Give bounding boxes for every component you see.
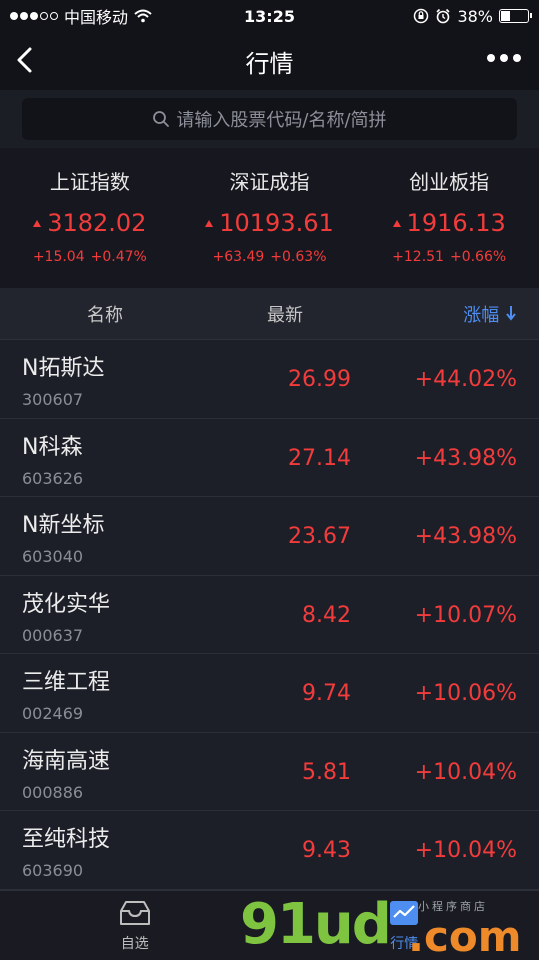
index-name: 深证成指 (229, 170, 310, 194)
battery-icon (499, 9, 532, 23)
stock-name: 海南高速 (22, 748, 111, 774)
index-value-text: 3182.02 (47, 209, 147, 237)
up-arrow-icon (392, 219, 401, 227)
stock-name: 茂化实华 (22, 591, 111, 617)
tab-market-label: 行情 (390, 935, 419, 952)
stock-change: +10.07% (414, 602, 517, 628)
table-row[interactable]: N拓斯达 300607 26.99 +44.02% (0, 340, 539, 419)
stock-change: +43.98% (414, 524, 517, 549)
signal-icon (10, 12, 58, 20)
tab-watchlist[interactable]: 自选 (0, 891, 270, 960)
index-change: +15.04 +0.47% (0, 249, 180, 265)
index-card-shanghai[interactable]: 上证指数 3182.02 +15.04 +0.47% (0, 148, 180, 288)
column-header-name[interactable]: 名称 (0, 301, 210, 327)
stock-name: N拓斯达 (22, 356, 105, 381)
wifi-icon (134, 9, 152, 23)
alarm-icon (436, 8, 451, 24)
page-title: 行情 (245, 49, 294, 78)
index-card-chinext[interactable]: 创业板指 1916.13 +12.51 +0.66% (359, 148, 539, 288)
table-header: 名称 最新 涨幅 (0, 288, 539, 340)
up-arrow-icon (205, 219, 214, 227)
index-name: 上证指数 (49, 170, 130, 194)
index-change-points: +63.49 (212, 249, 265, 265)
index-change-percent: +0.66% (449, 249, 507, 265)
table-row[interactable]: 至纯科技 603690 9.43 +10.04% (0, 811, 539, 890)
stock-name: 至纯科技 (22, 827, 111, 852)
index-change: +63.49 +0.63% (180, 249, 360, 265)
stock-price: 5.81 (302, 759, 351, 785)
status-right: 38% (329, 6, 532, 26)
stock-price: 9.43 (302, 838, 351, 863)
stock-change: +43.98% (414, 445, 517, 471)
orientation-lock-icon (414, 8, 429, 24)
stock-change: +44.02% (414, 367, 517, 392)
trend-chart-icon (390, 900, 419, 925)
stock-code: 603690 (22, 861, 84, 880)
more-dot-icon (487, 54, 495, 62)
table-row[interactable]: 三维工程 002469 9.74 +10.06% (0, 654, 539, 733)
status-left: 中国移动 (10, 4, 210, 28)
search-area: 请输入股票代码/名称/简拼 (0, 90, 539, 148)
search-placeholder: 请输入股票代码/名称/简拼 (176, 110, 387, 131)
index-value: 1916.13 (359, 209, 539, 237)
chevron-left-icon (17, 47, 32, 73)
back-button[interactable] (12, 44, 40, 78)
stock-code: 000637 (22, 625, 84, 645)
tab-watchlist-label: 自选 (120, 935, 149, 952)
index-value-text: 1916.13 (406, 209, 506, 237)
inbox-icon (119, 900, 150, 925)
index-value-text: 10193.61 (219, 209, 334, 237)
tab-market[interactable]: 行情 (270, 891, 539, 960)
stock-name: 三维工程 (22, 670, 111, 695)
nav-bar: 行情 (0, 32, 539, 90)
stock-price: 8.42 (302, 602, 351, 628)
status-bar: 中国移动 13:25 38% (0, 0, 539, 32)
index-card-shenzhen[interactable]: 深证成指 10193.61 +63.49 +0.63% (180, 148, 360, 288)
stock-name: N新坐标 (22, 513, 105, 538)
column-header-change-label: 涨幅 (463, 304, 500, 326)
more-dot-icon (513, 54, 521, 62)
index-name: 创业板指 (409, 170, 490, 194)
index-value: 3182.02 (0, 209, 180, 237)
stock-change: +10.04% (414, 759, 517, 785)
more-dot-icon (500, 54, 508, 62)
stock-code: 300607 (22, 390, 84, 409)
index-change-points: +15.04 (32, 249, 85, 265)
sort-down-arrow-icon (506, 305, 516, 321)
carrier-label: 中国移动 (64, 8, 129, 27)
stock-code: 002469 (22, 704, 84, 723)
stock-list: N拓斯达 300607 26.99 +44.02% N科森 603626 27.… (0, 340, 539, 890)
tab-bar: 自选 行情 (0, 890, 539, 960)
battery-percent: 38% (457, 6, 493, 26)
stock-code: 603626 (22, 468, 84, 488)
stock-price: 27.14 (288, 445, 351, 471)
stock-price: 26.99 (288, 367, 351, 392)
index-change-points: +12.51 (392, 249, 444, 265)
more-button[interactable] (487, 54, 521, 62)
index-change-percent: +0.47% (90, 249, 147, 265)
index-change: +12.51 +0.66% (359, 249, 539, 265)
column-header-change-sort[interactable]: 涨幅 (360, 301, 539, 327)
table-row[interactable]: N新坐标 603040 23.67 +43.98% (0, 497, 539, 576)
index-summary: 上证指数 3182.02 +15.04 +0.47% 深证成指 10193.61 … (0, 148, 539, 288)
column-header-price[interactable]: 最新 (210, 301, 360, 327)
stock-code: 603040 (22, 547, 84, 566)
stock-name: N科森 (22, 434, 83, 460)
status-time: 13:25 (244, 6, 295, 26)
table-row[interactable]: 茂化实华 000637 8.42 +10.07% (0, 575, 539, 654)
search-icon (153, 111, 170, 127)
stock-change: +10.04% (414, 838, 517, 863)
stock-change: +10.06% (414, 681, 517, 706)
index-change-percent: +0.63% (270, 249, 327, 265)
stock-code: 000886 (22, 782, 84, 802)
index-value: 10193.61 (180, 209, 360, 237)
stock-price: 9.74 (302, 681, 351, 706)
search-input[interactable]: 请输入股票代码/名称/简拼 (22, 98, 517, 140)
table-row[interactable]: N科森 603626 27.14 +43.98% (0, 418, 539, 497)
stock-price: 23.67 (288, 524, 351, 549)
table-row[interactable]: 海南高速 000886 5.81 +10.04% (0, 732, 539, 811)
up-arrow-icon (33, 219, 42, 227)
